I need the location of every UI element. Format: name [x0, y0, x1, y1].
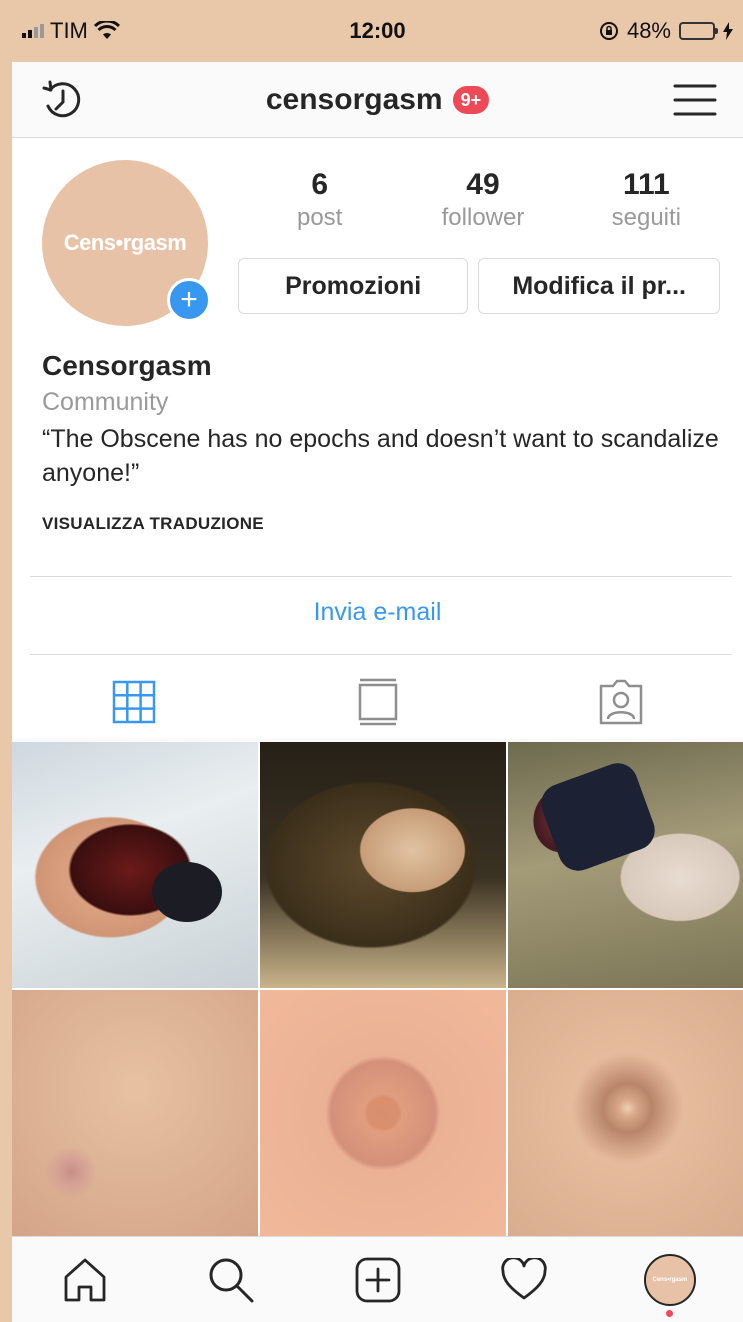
profile-stats: 6 post 49 follower 111 seguiti — [238, 168, 728, 232]
profile-section: Cens•rgasm + 6 post 49 follower 111 segu… — [12, 138, 743, 738]
status-bar: TIM 12:00 48% — [12, 0, 743, 62]
menu-icon[interactable] — [673, 78, 717, 122]
edit-profile-button[interactable]: Modifica il pr... — [478, 258, 720, 314]
post-thumbnail[interactable] — [12, 742, 258, 988]
stat-followers-value: 49 — [466, 168, 500, 201]
rotation-lock-icon — [599, 22, 618, 40]
nav-home[interactable] — [12, 1237, 158, 1322]
stat-following-label: seguiti — [611, 204, 681, 231]
avatar-logo-text: Cens•rgasm — [63, 230, 187, 255]
phone-screen: TIM 12:00 48% censorgasm 9+ Cens•rgasm +… — [12, 0, 743, 1322]
nav-profile[interactable]: Cens•rgasm — [597, 1237, 743, 1322]
post-thumbnail[interactable] — [12, 990, 258, 1236]
page-title[interactable]: censorgasm 9+ — [265, 82, 490, 117]
stat-following[interactable]: 111 seguiti — [565, 168, 728, 232]
promotions-button[interactable]: Promozioni — [238, 258, 469, 314]
home-icon — [64, 1258, 106, 1301]
stat-posts-label: post — [296, 204, 343, 231]
tab-feed[interactable] — [256, 666, 500, 738]
history-icon[interactable] — [38, 76, 88, 126]
profile-buttons: Promozioni Modifica il pr... — [238, 258, 720, 314]
add-story-icon[interactable]: + — [167, 278, 211, 322]
tab-grid[interactable] — [12, 666, 256, 738]
stat-posts-value: 6 — [311, 168, 328, 201]
post-thumbnail[interactable] — [508, 990, 743, 1236]
username-label: censorgasm — [265, 82, 443, 116]
profile-bio: “The Obscene has no epochs and doesn’t w… — [42, 425, 719, 487]
battery-percent: 48% — [626, 18, 671, 43]
stat-following-value: 111 — [622, 168, 670, 201]
see-translation-link[interactable]: VISUALIZZA TRADUZIONE — [42, 514, 264, 534]
email-button[interactable]: Invia e-mail — [12, 598, 743, 627]
profile-avatar: Cens•rgasm — [643, 1253, 696, 1306]
stat-followers-label: follower — [441, 204, 525, 231]
battery-icon — [679, 22, 718, 40]
nav-search[interactable] — [158, 1237, 304, 1322]
nav-add-post[interactable] — [304, 1237, 450, 1322]
profile-category: Community — [42, 388, 169, 416]
feed-icon — [358, 678, 397, 726]
divider — [30, 654, 732, 655]
notification-dot — [666, 1309, 674, 1317]
profile-header: censorgasm 9+ — [12, 62, 743, 138]
stat-followers[interactable]: 49 follower — [401, 168, 564, 232]
post-thumbnail[interactable] — [508, 742, 743, 988]
post-thumbnail[interactable] — [260, 990, 506, 1236]
post-thumbnail[interactable] — [260, 742, 506, 988]
divider — [30, 576, 732, 577]
tab-tagged[interactable] — [499, 666, 743, 738]
activity-icon — [501, 1257, 547, 1299]
profile-name: Censorgasm — [42, 350, 212, 381]
profile-tabs — [12, 666, 743, 738]
nav-activity[interactable] — [451, 1237, 597, 1322]
posts-grid — [12, 742, 743, 1236]
grid-icon — [112, 680, 156, 724]
status-right: 48% — [599, 18, 733, 44]
avatar-logo-text: Cens•rgasm — [652, 1276, 688, 1283]
search-icon — [209, 1258, 254, 1302]
add-post-icon — [355, 1257, 400, 1302]
stat-posts[interactable]: 6 post — [238, 168, 401, 232]
notification-badge: 9+ — [452, 85, 490, 114]
tagged-icon — [599, 679, 643, 725]
bottom-nav: Cens•rgasm — [12, 1236, 743, 1322]
charging-icon — [723, 22, 733, 40]
